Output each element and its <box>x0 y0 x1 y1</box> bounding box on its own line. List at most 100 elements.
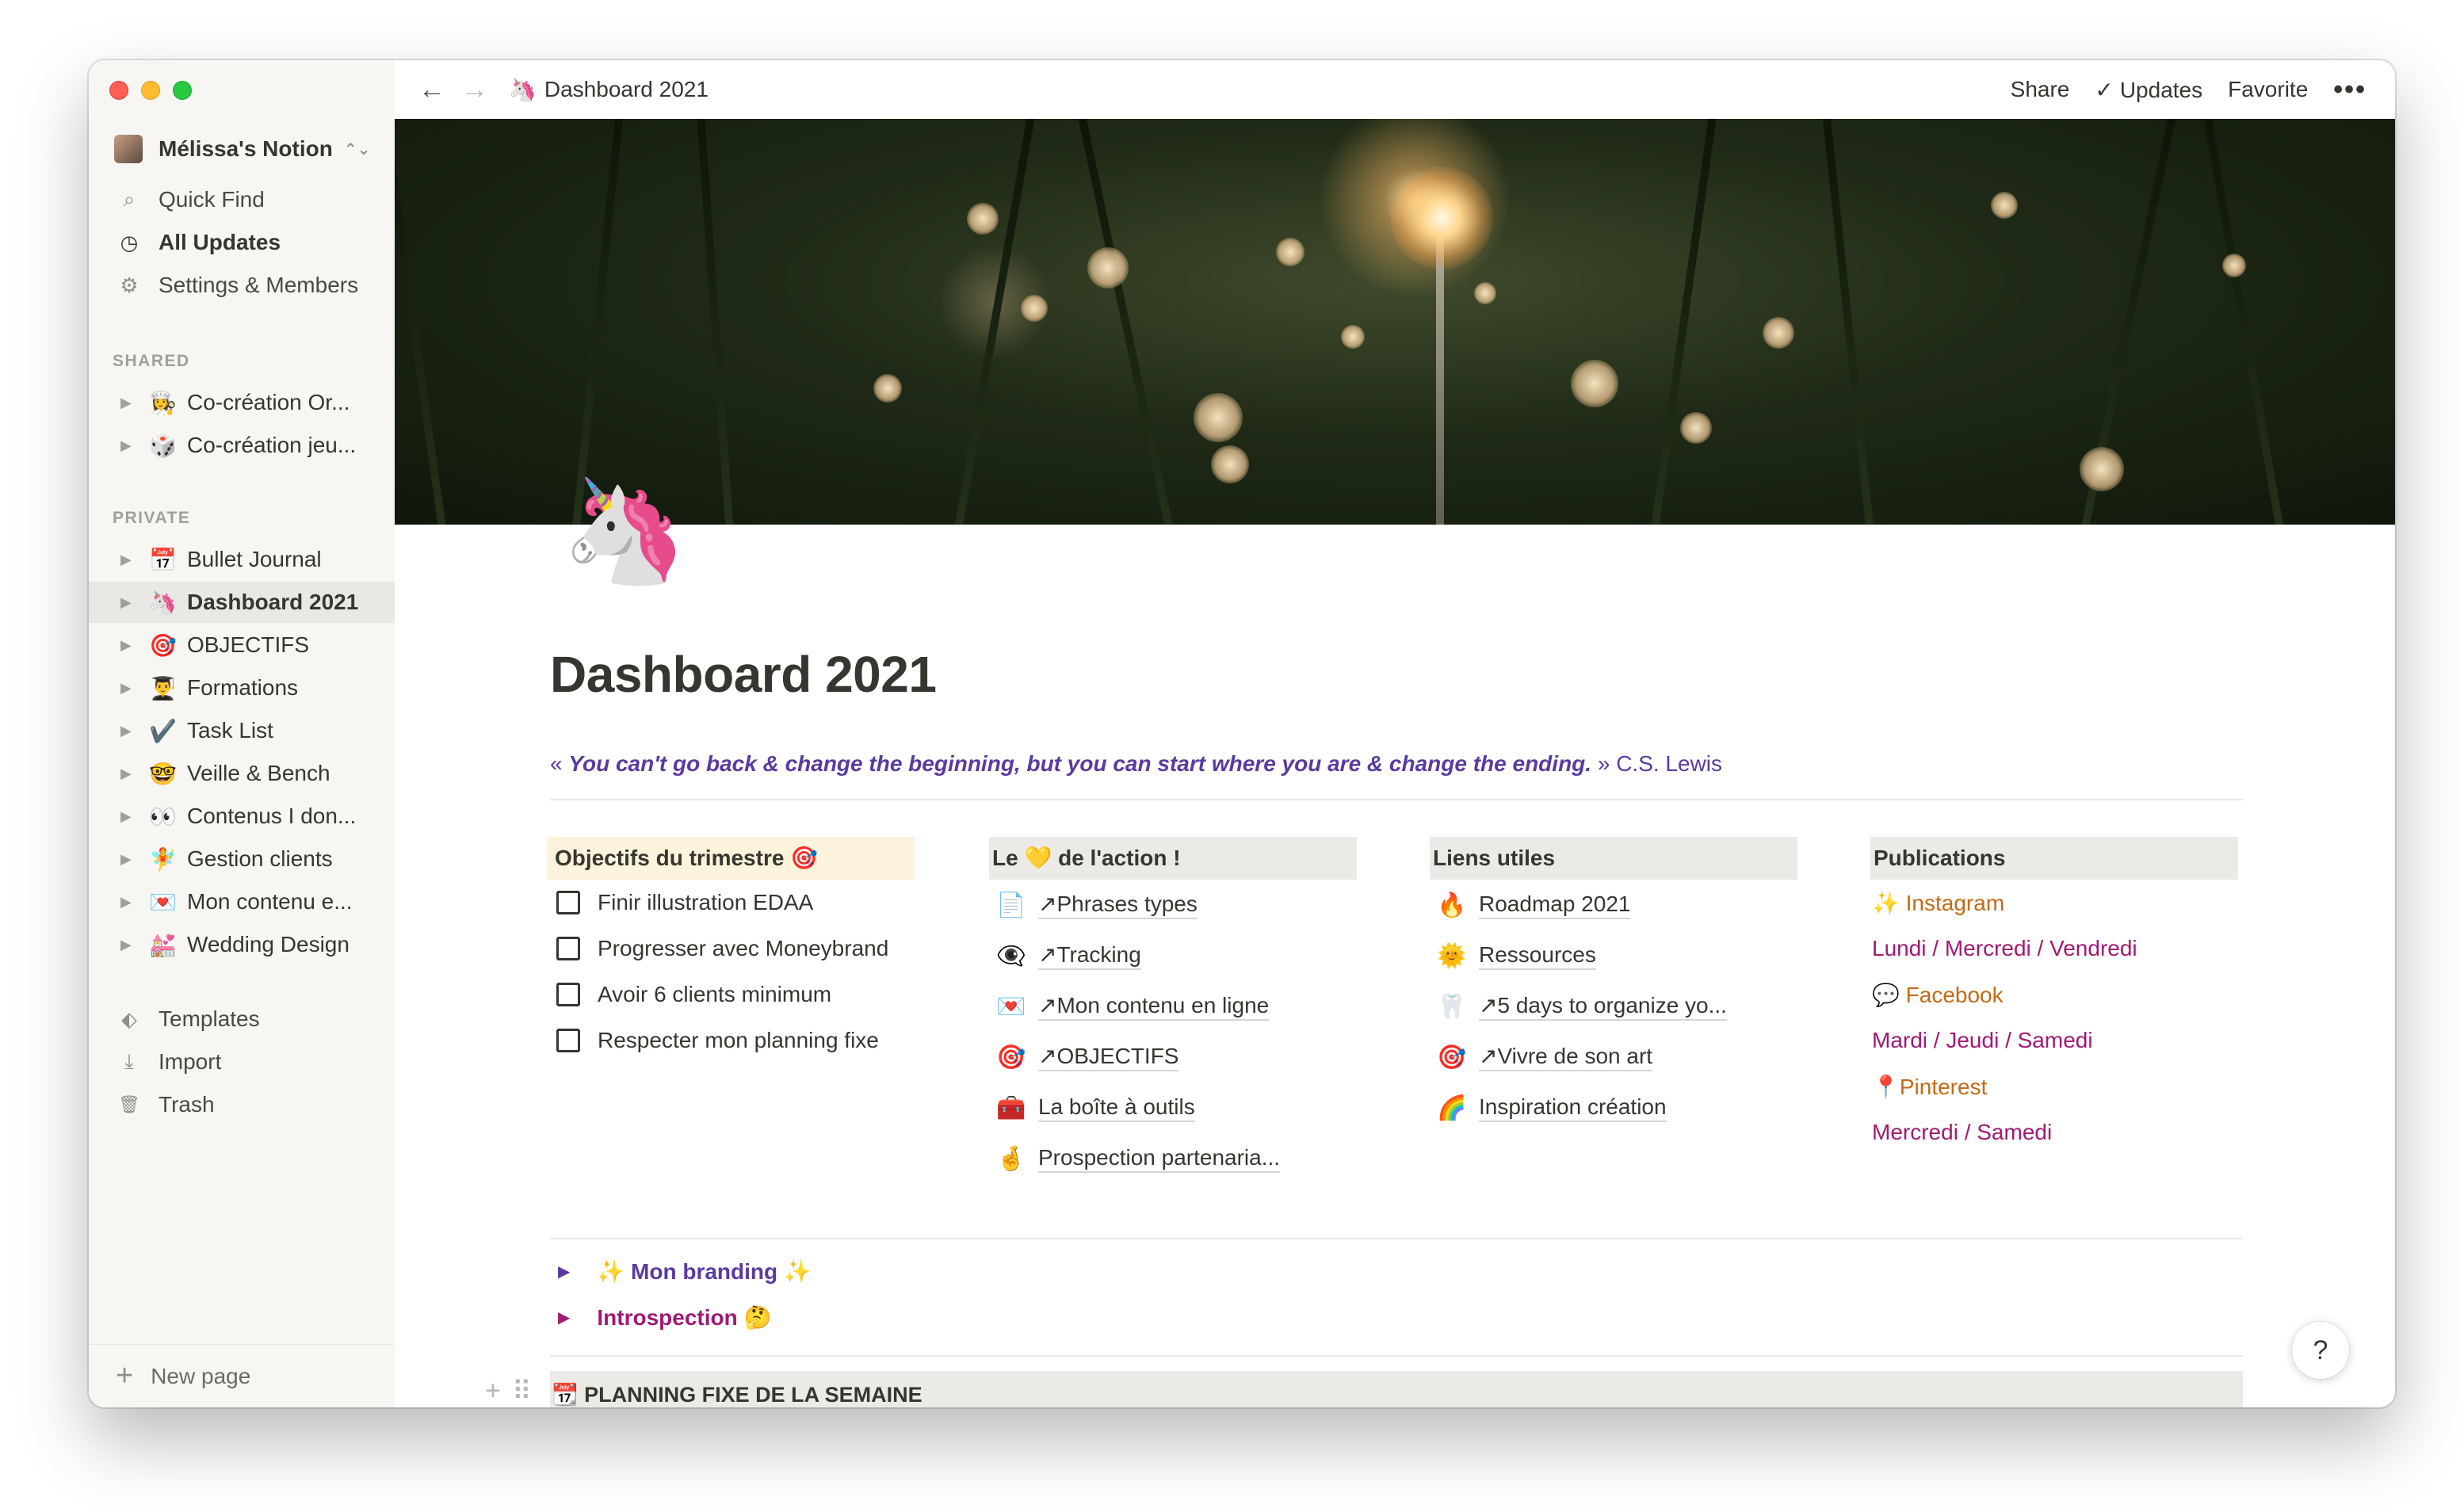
objectives-column: Objectifs du trimestre 🎯 Finir illustrat… <box>547 837 915 1063</box>
page-title[interactable]: Dashboard 2021 <box>550 645 937 704</box>
links-heading[interactable]: Liens utiles <box>1430 837 1797 880</box>
expand-triangle-icon[interactable]: ▶ <box>120 437 136 454</box>
back-arrow-icon[interactable]: ← <box>418 74 445 105</box>
sidebar-item-mon-contenu[interactable]: ▶ 💌 Mon contenu e... <box>89 881 395 922</box>
sidebar-item-objectifs[interactable]: ▶ 🎯 OBJECTIFS <box>89 624 395 666</box>
expand-triangle-icon[interactable]: ▶ <box>120 808 136 825</box>
app-window: Mélissa's Notion ⌃⌄ ⌕ Quick Find ◷ All U… <box>89 60 2395 1407</box>
sidebar-item-wedding-design[interactable]: ▶ 💒 Wedding Design <box>89 924 395 965</box>
publication-channel[interactable]: 📍Pinterest <box>1870 1063 2238 1109</box>
expand-triangle-icon[interactable]: ▶ <box>120 766 136 782</box>
page-link[interactable]: 💌 ↗Mon contenu en ligne <box>989 981 1357 1032</box>
page-link[interactable]: 🌈 Inspiration création <box>1430 1082 1797 1133</box>
page-link[interactable]: 🦷 ↗5 days to organize yo... <box>1430 981 1797 1032</box>
page-link[interactable]: 👁‍🗨 ↗Tracking <box>989 930 1357 981</box>
workspace-switcher[interactable]: Mélissa's Notion ⌃⌄ <box>89 128 395 170</box>
divider <box>550 1238 2243 1239</box>
more-options-button[interactable]: ••• <box>2333 74 2366 105</box>
expand-triangle-icon[interactable]: ▶ <box>120 851 136 868</box>
page-link[interactable]: 📄 ↗Phrases types <box>989 880 1357 930</box>
add-block-icon[interactable]: + <box>485 1376 501 1407</box>
page-link[interactable]: 🎯 ↗Vivre de son art <box>1430 1032 1797 1082</box>
objectives-heading[interactable]: Objectifs du trimestre 🎯 <box>547 837 915 880</box>
page-link[interactable]: 🌞 Ressources <box>1430 930 1797 981</box>
zoom-window-button[interactable] <box>173 81 192 100</box>
grass-blade <box>1069 119 1179 525</box>
sidebar-item-veille-bench[interactable]: ▶ 🤓 Veille & Bench <box>89 753 395 794</box>
publication-schedule[interactable]: Mercredi / Samedi <box>1870 1109 2238 1155</box>
todo-checkbox[interactable] <box>556 1029 580 1052</box>
grass-blade <box>693 119 735 525</box>
page-link[interactable]: 🎯 ↗OBJECTIFS <box>989 1032 1357 1082</box>
eye-icon: 👁‍🗨 <box>996 942 1026 969</box>
sidebar-item-bullet-journal[interactable]: ▶ 📅 Bullet Journal <box>89 539 395 580</box>
sidebar-templates[interactable]: ⬖ Templates <box>89 998 395 1040</box>
sidebar-item-dashboard-2021[interactable]: ▶ 🦄 Dashboard 2021 <box>89 582 395 623</box>
quote-author: » C.S. Lewis <box>1591 751 1723 776</box>
sidebar-trash[interactable]: 🗑 Trash <box>89 1084 395 1125</box>
planning-heading-block[interactable]: 📆 PLANNING FIXE DE LA SEMAINE <box>550 1371 2243 1407</box>
expand-triangle-icon[interactable]: ▶ <box>120 594 136 611</box>
sidebar-item-cocreation-jeu[interactable]: ▶ 🎲 Co-création jeu... <box>89 425 395 466</box>
todo-label[interactable]: Finir illustration EDAA <box>598 890 813 915</box>
sidebar-item-task-list[interactable]: ▶ ✔️ Task List <box>89 710 395 751</box>
bokeh-light <box>1474 282 1496 304</box>
minimize-window-button[interactable] <box>141 81 160 100</box>
todo-label[interactable]: Respecter mon planning fixe <box>598 1028 879 1053</box>
check-icon: ✓ <box>2095 77 2114 102</box>
drag-handle-icon[interactable]: ⠿ <box>512 1376 532 1407</box>
action-heading[interactable]: Le 💛 de l'action ! <box>989 837 1357 880</box>
bokeh-light <box>1211 445 1249 483</box>
share-button[interactable]: Share <box>2011 77 2070 102</box>
toggle-triangle-icon[interactable]: ▶ <box>558 1262 570 1281</box>
toggle-introspection[interactable]: ▶ Introspection 🤔 <box>558 1304 771 1331</box>
quote-block[interactable]: « You can't go back & change the beginni… <box>550 751 1722 777</box>
publication-channel[interactable]: 💬 Facebook <box>1870 972 2238 1018</box>
todo-checkbox[interactable] <box>556 937 580 960</box>
expand-triangle-icon[interactable]: ▶ <box>120 552 136 568</box>
templates-icon: ⬖ <box>121 1006 137 1031</box>
sidebar-all-updates[interactable]: ◷ All Updates <box>89 222 395 263</box>
sidebar-item-gestion-clients[interactable]: ▶ 🧚 Gestion clients <box>89 838 395 880</box>
sidebar-item-label: Co-création Or... <box>187 390 350 414</box>
breadcrumb[interactable]: Dashboard 2021 <box>544 77 709 102</box>
publication-channel[interactable]: ✨ Instagram <box>1870 880 2238 926</box>
publications-heading[interactable]: Publications <box>1870 837 2238 880</box>
page-link[interactable]: 🔥 Roadmap 2021 <box>1430 880 1797 930</box>
expand-triangle-icon[interactable]: ▶ <box>120 723 136 739</box>
updates-button[interactable]: ✓ Updates <box>2095 77 2202 103</box>
sidebar-item-label: Veille & Bench <box>187 761 330 785</box>
expand-triangle-icon[interactable]: ▶ <box>120 680 136 697</box>
sidebar-item-label: Task List <box>187 718 273 743</box>
new-page-button[interactable]: + New page <box>89 1344 395 1407</box>
publication-schedule[interactable]: Lundi / Mercredi / Vendredi <box>1870 926 2238 972</box>
sidebar-item-formations[interactable]: ▶ 👨‍🎓 Formations <box>89 667 395 708</box>
toggle-triangle-icon[interactable]: ▶ <box>558 1308 570 1327</box>
rainbow-icon: 🌈 <box>1437 1094 1467 1121</box>
page-emoji-icon: 🧚 <box>149 846 177 872</box>
publication-schedule[interactable]: Mardi / Jeudi / Samedi <box>1870 1018 2238 1063</box>
todo-checkbox[interactable] <box>556 983 580 1006</box>
todo-label[interactable]: Progresser avec Moneybrand <box>598 936 888 961</box>
page-icon[interactable]: 🦄 <box>561 472 687 591</box>
todo-label[interactable]: Avoir 6 clients minimum <box>598 982 831 1007</box>
sidebar-import[interactable]: ⤓ Import <box>89 1041 395 1082</box>
favorite-button[interactable]: Favorite <box>2228 77 2308 102</box>
close-window-button[interactable] <box>109 81 128 100</box>
help-button[interactable]: ? <box>2292 1322 2349 1379</box>
todo-checkbox[interactable] <box>556 891 580 914</box>
expand-triangle-icon[interactable]: ▶ <box>120 637 136 654</box>
page-link[interactable]: 🤞 Prospection partenaria... <box>989 1133 1357 1184</box>
expand-triangle-icon[interactable]: ▶ <box>120 937 136 953</box>
toggle-mon-branding[interactable]: ▶ ✨ Mon branding ✨ <box>558 1258 812 1285</box>
expand-triangle-icon[interactable]: ▶ <box>120 894 136 911</box>
todo-item: Progresser avec Moneybrand <box>547 926 915 972</box>
forward-arrow-icon[interactable]: → <box>461 74 488 105</box>
page-link[interactable]: 🧰 La boîte à outils <box>989 1082 1357 1133</box>
sidebar-settings-members[interactable]: ⚙ Settings & Members <box>89 265 395 306</box>
sidebar-quick-find[interactable]: ⌕ Quick Find <box>89 179 395 220</box>
todo-item: Respecter mon planning fixe <box>547 1018 915 1063</box>
sidebar-item-contenus[interactable]: ▶ 👀 Contenus I don... <box>89 796 395 837</box>
sidebar-item-cocreation-or[interactable]: ▶ 👩‍🍳 Co-création Or... <box>89 382 395 423</box>
expand-triangle-icon[interactable]: ▶ <box>120 395 136 411</box>
